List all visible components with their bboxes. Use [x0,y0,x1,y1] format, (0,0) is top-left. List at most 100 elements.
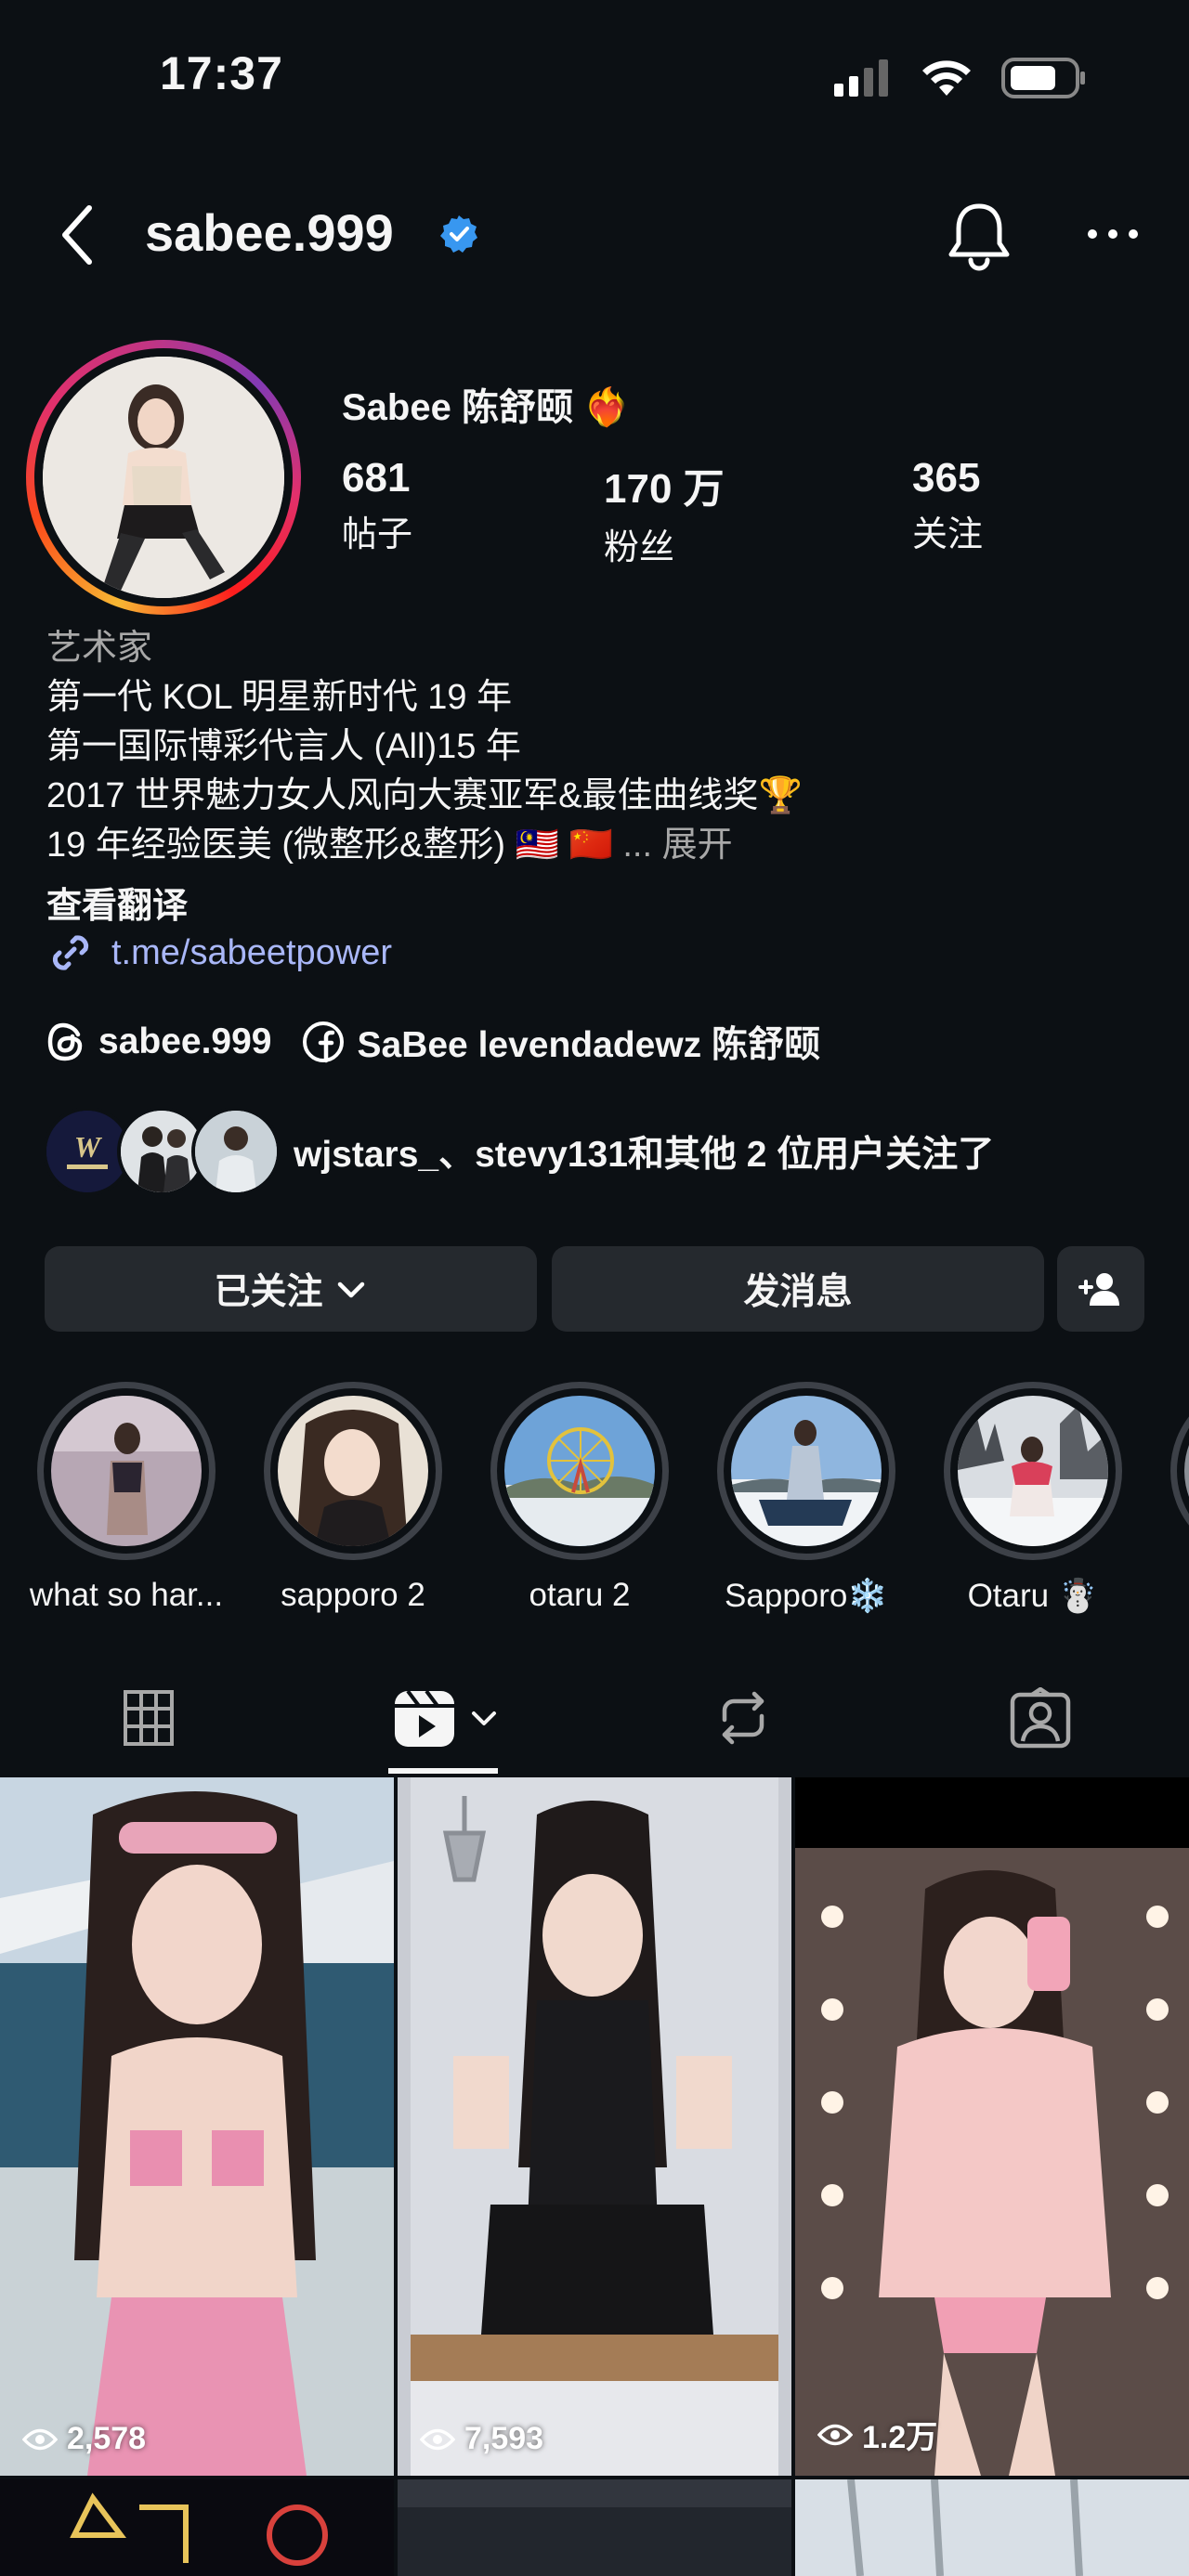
highlight-cover [731,1396,882,1546]
highlight-item[interactable]: what so har... [15,1382,238,1614]
message-button[interactable]: 发消息 [552,1246,1044,1332]
eye-icon [817,2424,853,2445]
stat-followers[interactable]: 170 万 粉丝 [604,455,725,569]
active-tab-indicator [388,1768,498,1774]
add-person-icon [1078,1273,1119,1306]
reel-image [795,1777,1189,2476]
tab-reposts[interactable] [594,1662,892,1774]
status-time: 17:37 [160,47,283,99]
bio-line-text: 19 年经验医美 (微整形&整形) 🇲🇾 🇨🇳 [46,826,623,865]
threads-handle: sabee.999 [98,1021,272,1061]
threads-icon [47,1022,83,1061]
see-translation-link[interactable]: 查看翻译 [46,877,188,928]
eye-icon [22,2428,58,2450]
highlight-item[interactable] [1148,1382,1189,1560]
reel-thumbnail[interactable]: 7,593 [398,1777,791,2476]
tab-reels[interactable] [297,1662,594,1774]
tab-tagged[interactable] [892,1662,1189,1774]
bell-icon[interactable] [946,201,1013,271]
view-count-text: 7,593 [464,2421,544,2456]
highlight-item[interactable]: sapporo 2 [242,1382,464,1614]
reel-image [398,1777,791,2476]
suggest-people-button[interactable] [1057,1246,1144,1332]
highlight-cover [958,1396,1108,1546]
reel-thumbnail[interactable]: 2,578 [0,1777,394,2476]
mutual-followers-text: wjstars_、stevy131和其他 2 位用户关注了 [294,1135,995,1175]
threads-link[interactable]: sabee.999 [46,1021,272,1062]
profile-avatar[interactable] [26,340,301,615]
link-icon [52,935,89,970]
view-count: 1.2万 [817,2412,937,2457]
chevron-down-icon [472,1711,496,1725]
stat-posts[interactable]: 681 帖子 [342,455,412,556]
bio-line: 19 年经验医美 (微整形&整形) 🇲🇾 🇨🇳 ... 展开 [46,821,1161,870]
content-tabs [0,1662,1189,1774]
reels-icon [395,1689,454,1747]
reel-thumbnail[interactable] [795,2479,1189,2576]
bio-line: 2017 世界魅力女人风向大赛亚军&最佳曲线奖🏆 [46,776,803,815]
reel-image [0,2479,394,2576]
view-count-text: 2,578 [67,2421,147,2456]
facebook-link[interactable]: SaBee levendadewz 陈舒颐 [302,1016,820,1068]
heart-on-fire-emoji: ❤️‍🔥 [583,387,630,428]
view-count: 7,593 [420,2421,543,2457]
view-count: 2,578 [22,2421,146,2457]
following-button[interactable]: 已关注 [45,1246,537,1332]
following-count: 365 [912,455,981,501]
highlight-cover [278,1396,428,1546]
bio-expand-link[interactable]: ... 展开 [622,826,732,865]
stat-following[interactable]: 365 关注 [912,455,983,556]
posts-count: 681 [342,455,411,501]
reel-thumbnail[interactable] [0,2479,394,2576]
status-bar: 17:37 [0,0,1189,158]
grid-icon [124,1690,174,1746]
chevron-down-icon [337,1281,364,1298]
display-name-text: Sabee 陈舒颐 [342,387,573,428]
view-count-text: 1.2万 [862,2420,938,2455]
bio-link[interactable]: t.me/sabeetpower [46,929,392,977]
highlight-label: sapporo 2 [281,1577,425,1613]
wifi-icon [922,60,971,96]
highlight-cover [504,1396,655,1546]
profile-actions: 已关注 发消息 [45,1246,1144,1332]
status-icons [832,58,1087,98]
following-button-label: 已关注 [214,1272,323,1312]
mutual-avatars: W [43,1107,281,1196]
reel-image [795,2479,1189,2576]
highlight-item[interactable]: otaru 2 [468,1382,691,1614]
profile-header: sabee.999 [0,176,1189,288]
back-arrow-icon[interactable] [54,202,100,267]
bio-line: 第一代 KOL 明星新时代 19 年 [46,678,513,717]
reel-image [398,2479,791,2576]
followers-count: 170 万 [604,466,725,512]
more-icon[interactable] [1085,225,1141,243]
highlight-label: Otaru ☃️ [967,1578,1099,1614]
avatar-photo [43,357,284,598]
reel-thumbnail[interactable]: 1.2万 [795,1777,1189,2476]
mutual-followers[interactable]: W wjstars_、stevy131和其他 2 位用户关注了 [43,1107,994,1196]
highlight-label: what so har... [29,1577,224,1613]
svg-text:W: W [74,1130,103,1164]
highlight-item[interactable]: Otaru ☃️ [921,1382,1144,1614]
display-name: Sabee 陈舒颐 ❤️‍🔥 [342,377,630,431]
tab-posts-grid[interactable] [0,1662,297,1774]
following-label: 关注 [912,515,984,554]
reel-thumbnail[interactable] [398,2479,791,2576]
social-links: sabee.999 SaBee levendadewz 陈舒颐 [46,1016,850,1068]
reels-grid: 2,578 7,593 1.2万 [0,1777,1189,2576]
followers-label: 粉丝 [604,528,675,567]
story-highlights: what so har... sapporo 2 otaru 2 Sapporo… [0,1382,1189,1614]
profile-bio: 艺术家 第一代 KOL 明星新时代 19 年 第一国际博彩代言人 (All)15… [46,624,1161,870]
tagged-icon [1010,1687,1071,1749]
cellular-signal-icon [834,59,888,97]
profile-username: sabee.999 [145,203,394,262]
bio-line: 第一国际博彩代言人 (All)15 年 [46,727,521,766]
reel-image [0,1777,394,2476]
verified-badge-icon [440,215,477,253]
bio-link-text[interactable]: t.me/sabeetpower [111,933,392,973]
highlight-label: otaru 2 [529,1577,631,1613]
highlight-label: Sapporo❄️ [725,1578,888,1614]
mutual-avatar [191,1107,281,1196]
highlight-cover [51,1396,202,1546]
highlight-item[interactable]: Sapporo❄️ [695,1382,918,1614]
